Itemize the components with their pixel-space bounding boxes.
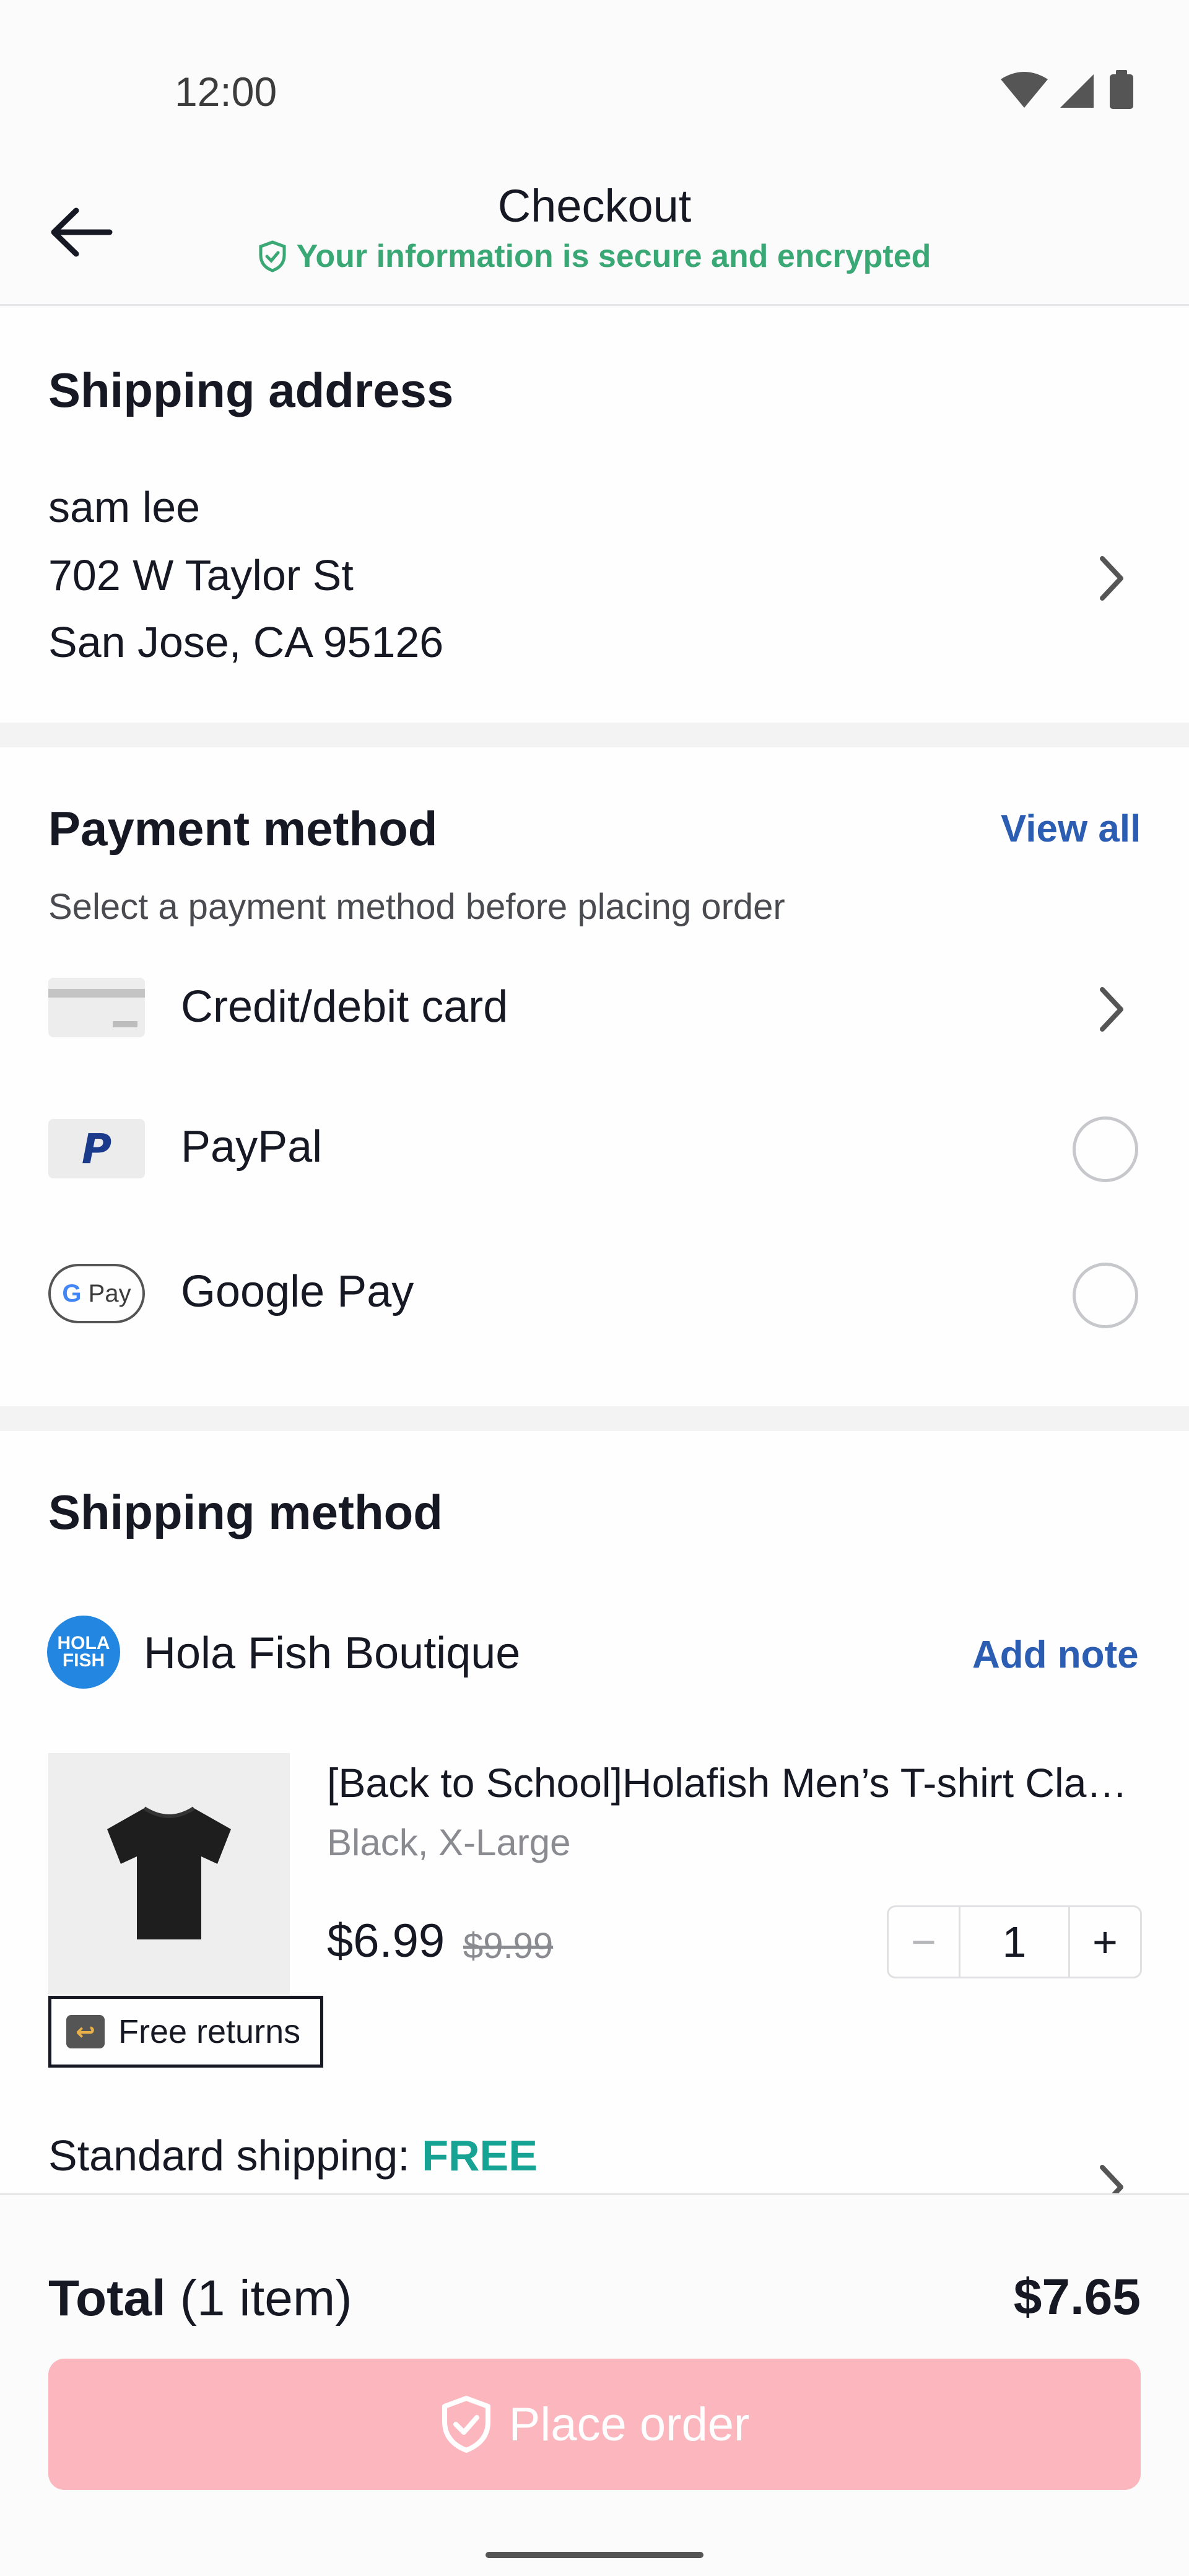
payment-hint: Select a payment method before placing o… [48, 887, 785, 927]
secure-text: Your information is secure and encrypted [296, 238, 931, 274]
battery-icon [1110, 70, 1133, 109]
recipient-name: sam lee [48, 483, 201, 531]
home-indicator[interactable] [486, 2552, 703, 2558]
paypal-icon: P [48, 1119, 145, 1178]
address-city: San Jose, CA 95126 [48, 618, 444, 666]
page-title: Checkout [497, 180, 692, 232]
status-time: 12:00 [175, 69, 277, 115]
shipping-method-title: Shipping method [48, 1485, 443, 1539]
chevron-right-icon [1090, 550, 1133, 606]
payment-option-google-pay[interactable]: G Pay Google Pay [0, 1242, 1189, 1365]
add-note-link[interactable]: Add note [972, 1633, 1139, 1677]
store-logo: HOLA FISH [47, 1616, 120, 1689]
radio-google-pay[interactable] [1073, 1263, 1138, 1328]
tshirt-icon [107, 1806, 231, 1939]
total-text: Total [48, 2270, 166, 2326]
decrease-quantity-button[interactable]: − [889, 1907, 960, 1977]
increase-quantity-button[interactable]: + [1068, 1907, 1140, 1977]
payment-method-section: Payment method View all Select a payment… [0, 747, 1189, 1406]
total-value: $7.65 [1013, 2269, 1141, 2325]
quantity-stepper: − 1 + [887, 1905, 1142, 1978]
wifi-icon [1001, 72, 1048, 108]
credit-card-icon [48, 978, 145, 1037]
product-variant[interactable]: Black, X-Large [327, 1821, 571, 1864]
payment-option-paypal[interactable]: P PayPal [0, 1097, 1189, 1221]
payment-method-title: Payment method [48, 801, 438, 856]
status-icons [998, 68, 1141, 115]
shipping-method-section: Shipping method HOLA FISH Hola Fish Bout… [0, 1431, 1189, 2209]
signal-icon [1060, 74, 1094, 108]
store-name: Hola Fish Boutique [144, 1629, 521, 1678]
total-label: Total (1 item) [48, 2269, 352, 2328]
shield-check-icon [442, 2396, 490, 2453]
product-image[interactable] [48, 1753, 290, 1995]
quantity-value[interactable]: 1 [960, 1907, 1068, 1977]
product-title[interactable]: [Back to School]Holafish Men’s T-shirt C… [327, 1759, 1138, 1806]
view-all-link[interactable]: View all [1001, 807, 1141, 851]
shipping-option-label: Standard shipping: [48, 2131, 410, 2180]
shipping-option-price: FREE [422, 2131, 538, 2180]
product-original-price: $9.99 [463, 1926, 554, 1966]
free-returns-badge: ↩ Free returns [48, 1996, 323, 2068]
secure-notice: Your information is secure and encrypted [0, 238, 1189, 275]
section-divider [0, 1406, 1189, 1431]
app-header: Checkout Your information is secure and … [0, 161, 1189, 306]
free-returns-label: Free returns [118, 2013, 301, 2050]
shipping-address-title: Shipping address [48, 363, 454, 417]
shipping-address-section[interactable]: Shipping address sam lee 702 W Taylor St… [0, 308, 1189, 723]
radio-paypal[interactable] [1073, 1116, 1138, 1182]
payment-label-paypal: PayPal [181, 1122, 323, 1172]
item-count: (1 item) [180, 2270, 352, 2326]
status-bar: 12:00 [0, 0, 1189, 161]
shipping-option-row[interactable]: Standard shipping: FREE [48, 2131, 538, 2180]
return-arrow-icon: ↩ [66, 2015, 105, 2048]
google-pay-icon: G Pay [48, 1264, 145, 1323]
payment-label-google-pay: Google Pay [181, 1267, 414, 1316]
product-price: $6.99 [327, 1915, 445, 1967]
payment-option-card[interactable]: Credit/debit card [0, 958, 1189, 1082]
chevron-right-icon [1090, 981, 1133, 1037]
shield-check-icon [259, 240, 286, 272]
payment-label-card: Credit/debit card [181, 982, 508, 1032]
section-divider [0, 723, 1189, 747]
address-street: 702 W Taylor St [48, 551, 354, 599]
place-order-button[interactable]: Place order [48, 2359, 1141, 2490]
place-order-label: Place order [508, 2398, 750, 2451]
checkout-footer: Total (1 item) $7.65 Place order [0, 2193, 1189, 2576]
